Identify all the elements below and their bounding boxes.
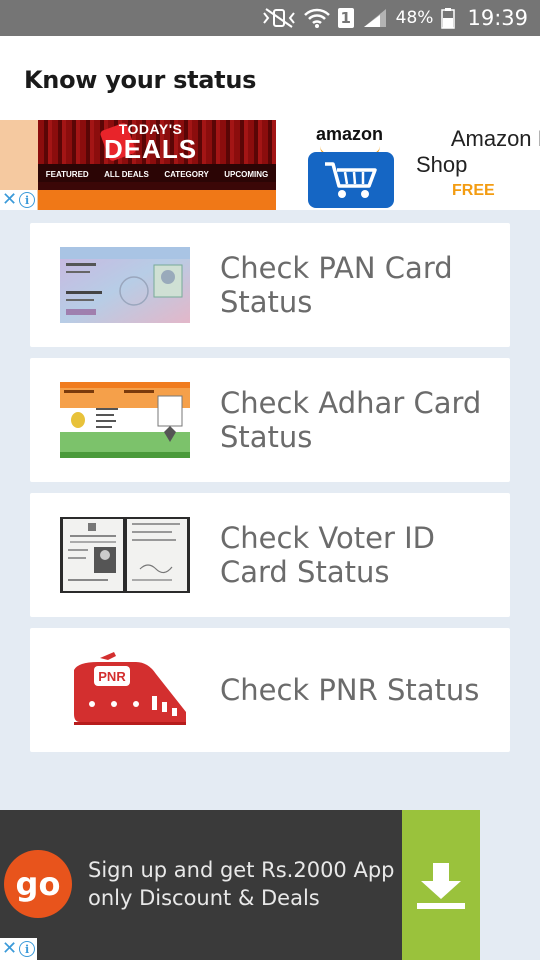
goibibo-logo: go [4,850,72,918]
bottom-ad-banner[interactable]: go Sign up and get Rs.2000 App only Disc… [0,810,480,960]
deals-nav-featured: FEATURED [45,169,89,179]
pnr-status-label: Check PNR Status [220,673,480,707]
pnr-status-card[interactable]: PNR Check PNR Status [30,628,510,752]
top-ad-banner[interactable]: TODAY'S DEALS FEATURED ALL DEALS CATEGOR… [0,120,540,210]
todays-deals-ad[interactable]: TODAY'S DEALS FEATURED ALL DEALS CATEGOR… [38,120,276,210]
deals-nav-category: CATEGORY [164,169,209,179]
aadhaar-status-label: Check Adhar Card Status [220,386,482,454]
battery-icon [441,8,456,29]
aadhaar-status-card[interactable]: Check Adhar Card Status [30,358,510,482]
battery-percent: 48% [395,8,434,28]
status-icons: 1 48% 19:39 [262,0,528,36]
page-title: Know your status [24,66,257,94]
voter-id-status-card[interactable]: Check Voter ID Card Status [30,493,510,617]
deals-nav-upcoming: UPCOMING [224,169,269,179]
amazon-app-icon[interactable]: amazon [306,120,396,210]
deals-divider [38,182,276,190]
app-bar: Know your status [0,36,540,120]
download-icon [417,863,465,909]
info-icon[interactable]: i [19,941,36,957]
pan-status-card[interactable]: Check PAN Card Status [30,223,510,347]
signal-icon [363,9,386,27]
info-icon[interactable]: i [19,192,36,208]
pan-card-icon [60,247,190,323]
sim-slot-icon: 1 [337,8,354,28]
amazon-price-label: FREE [452,182,495,199]
status-bar: 1 48% 19:39 [0,0,540,36]
voter-id-card-icon [60,517,190,593]
pan-status-label: Check PAN Card Status [220,251,453,319]
svg-text:PNR: PNR [98,669,126,684]
voter-id-status-label: Check Voter ID Card Status [220,521,435,589]
ad-choices-top[interactable]: ✕ i [0,190,38,210]
close-icon[interactable]: ✕ [2,939,17,959]
amazon-logo-text: amazon [316,124,384,144]
amazon-title-line2: Shop [416,152,468,177]
amazon-title-line1: Amazon In [450,126,540,151]
close-icon[interactable]: ✕ [2,190,17,210]
deals-nav: FEATURED ALL DEALS CATEGORY UPCOMING [38,164,276,184]
shopping-cart-icon [308,152,394,208]
train-pnr-icon: PNR [74,652,186,725]
mute-vibrate-icon [262,8,295,28]
deals-bottom-bar [38,190,276,210]
wifi-icon [303,8,330,28]
aadhaar-card-icon [60,382,190,458]
bottom-ad-text: Sign up and get Rs.2000 App only Discoun… [88,858,395,910]
amazon-ad-title: Amazon In Shop [416,126,540,178]
deals-nav-all-deals: ALL DEALS [104,169,149,179]
deals-logo: TODAY'S DEALS [104,122,197,162]
deals-logo-big: DEALS [104,134,198,164]
ad-choices-bottom[interactable]: ✕ i [0,938,38,960]
download-button[interactable] [402,810,480,960]
clock: 19:39 [467,6,528,30]
